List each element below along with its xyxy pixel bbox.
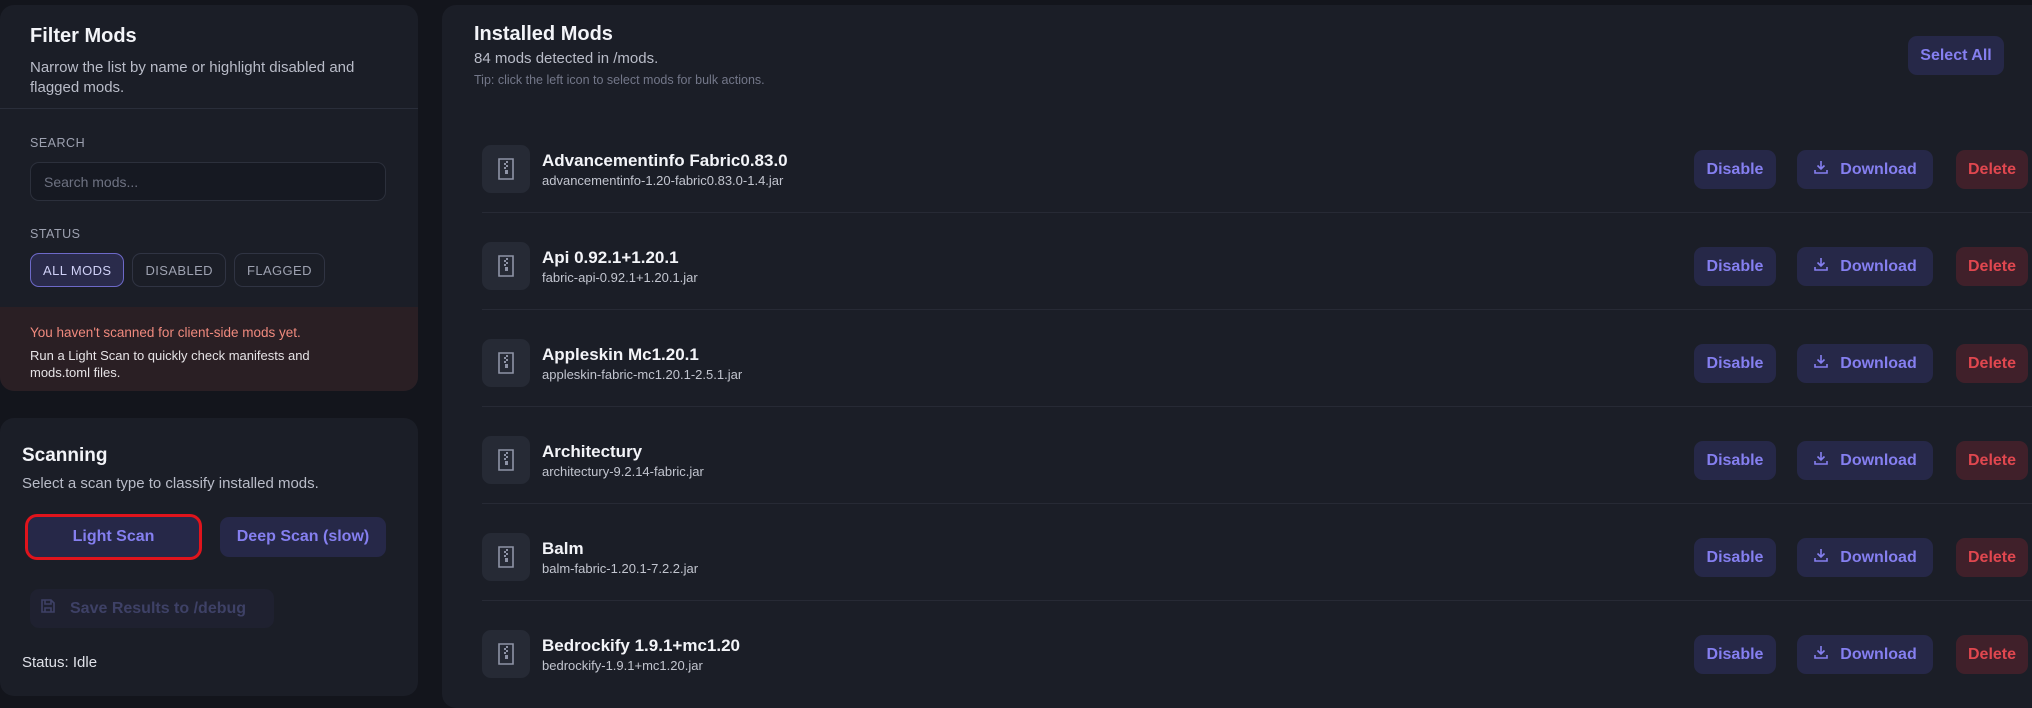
mod-row: Balm balm-fabric-1.20.1-7.2.2.jar Disabl… (482, 504, 2032, 601)
zip-file-icon[interactable] (482, 339, 530, 387)
filter-title: Filter Mods (30, 25, 137, 47)
search-input[interactable] (30, 162, 386, 201)
download-icon (1813, 159, 1829, 180)
installed-mods-title: Installed Mods (474, 23, 613, 45)
delete-button[interactable]: Delete (1956, 635, 2028, 674)
mod-name: Balm (542, 539, 584, 558)
disable-button[interactable]: Disable (1694, 635, 1776, 674)
mod-row: Architectury architectury-9.2.14-fabric.… (482, 407, 2032, 504)
filter-description: Narrow the list by name or highlight dis… (30, 59, 355, 96)
chip-flagged[interactable]: FLAGGED (233, 253, 325, 287)
status-chips: ALL MODS DISABLED FLAGGED (30, 253, 325, 287)
download-icon (1813, 256, 1829, 277)
mod-row: Api 0.92.1+1.20.1 fabric-api-0.92.1+1.20… (482, 213, 2032, 310)
zip-file-icon[interactable] (482, 242, 530, 290)
bulk-tip: Tip: click the left icon to select mods … (474, 73, 765, 87)
download-label: Download (1840, 645, 1917, 663)
mod-name: Api 0.92.1+1.20.1 (542, 248, 679, 267)
delete-button[interactable]: Delete (1956, 538, 2028, 577)
light-scan-button[interactable]: Light Scan (28, 517, 199, 557)
delete-button[interactable]: Delete (1956, 150, 2028, 189)
mod-filename: balm-fabric-1.20.1-7.2.2.jar (542, 561, 699, 576)
download-button[interactable]: Download (1797, 247, 1933, 286)
download-label: Download (1840, 354, 1917, 372)
scan-warning: You haven't scanned for client-side mods… (0, 307, 418, 391)
deep-scan-button[interactable]: Deep Scan (slow) (220, 517, 386, 557)
mod-filename: advancementinfo-1.20-fabric0.83.0-1.4.ja… (542, 173, 784, 188)
mod-row: Advancementinfo Fabric0.83.0 advancement… (482, 116, 2032, 213)
scanning-title: Scanning (22, 445, 108, 466)
warning-text: Run a Light Scan to quickly check manife… (30, 348, 310, 380)
delete-button[interactable]: Delete (1956, 247, 2028, 286)
zip-file-icon[interactable] (482, 436, 530, 484)
save-results-label: Save Results to /debug (70, 599, 247, 617)
download-label: Download (1840, 548, 1917, 566)
warning-title: You haven't scanned for client-side mods… (30, 325, 301, 340)
mod-filename: fabric-api-0.92.1+1.20.1.jar (542, 270, 698, 285)
scanning-description: Select a scan type to classify installed… (22, 475, 319, 492)
installed-mods-panel: Installed Mods 84 mods detected in /mods… (442, 5, 2032, 708)
scanning-panel: Scanning Select a scan type to classify … (0, 418, 418, 696)
chip-all-mods[interactable]: ALL MODS (30, 253, 125, 287)
left-column: Filter Mods Narrow the list by name or h… (0, 5, 418, 708)
mod-name: Bedrockify 1.9.1+mc1.20 (542, 636, 740, 655)
mod-name: Advancementinfo Fabric0.83.0 (542, 151, 788, 170)
download-button[interactable]: Download (1797, 344, 1933, 383)
download-button[interactable]: Download (1797, 441, 1933, 480)
download-icon (1813, 450, 1829, 471)
search-label: SEARCH (30, 136, 86, 150)
zip-file-icon[interactable] (482, 630, 530, 678)
zip-file-icon[interactable] (482, 145, 530, 193)
download-icon (1813, 547, 1829, 568)
download-button[interactable]: Download (1797, 538, 1933, 577)
mod-filename: architectury-9.2.14-fabric.jar (542, 464, 704, 479)
mod-row: Appleskin Mc1.20.1 appleskin-fabric-mc1.… (482, 310, 2032, 407)
save-icon (40, 598, 56, 619)
mod-filename: appleskin-fabric-mc1.20.1-2.5.1.jar (542, 367, 743, 382)
disable-button[interactable]: Disable (1694, 247, 1776, 286)
chip-disabled[interactable]: DISABLED (132, 253, 226, 287)
delete-button[interactable]: Delete (1956, 441, 2028, 480)
delete-button[interactable]: Delete (1956, 344, 2028, 383)
download-button[interactable]: Download (1797, 150, 1933, 189)
scan-status: Status: Idle (22, 654, 98, 671)
mod-row: Bedrockify 1.9.1+mc1.20 bedrockify-1.9.1… (482, 601, 2032, 698)
disable-button[interactable]: Disable (1694, 538, 1776, 577)
disable-button[interactable]: Disable (1694, 344, 1776, 383)
download-label: Download (1840, 257, 1917, 275)
mod-name: Appleskin Mc1.20.1 (542, 345, 699, 364)
download-label: Download (1840, 160, 1917, 178)
status-label: STATUS (30, 227, 81, 241)
mod-name: Architectury (542, 442, 643, 461)
mods-count: 84 mods detected in /mods. (474, 50, 659, 67)
disable-button[interactable]: Disable (1694, 150, 1776, 189)
download-icon (1813, 644, 1829, 665)
download-icon (1813, 353, 1829, 374)
select-all-button[interactable]: Select All (1908, 36, 2004, 75)
filter-panel: Filter Mods Narrow the list by name or h… (0, 5, 418, 391)
mod-filename: bedrockify-1.9.1+mc1.20.jar (542, 658, 703, 673)
filter-header: Filter Mods Narrow the list by name or h… (0, 5, 418, 109)
disable-button[interactable]: Disable (1694, 441, 1776, 480)
zip-file-icon[interactable] (482, 533, 530, 581)
download-button[interactable]: Download (1797, 635, 1933, 674)
download-label: Download (1840, 451, 1917, 469)
save-results-button[interactable]: Save Results to /debug (30, 589, 274, 628)
